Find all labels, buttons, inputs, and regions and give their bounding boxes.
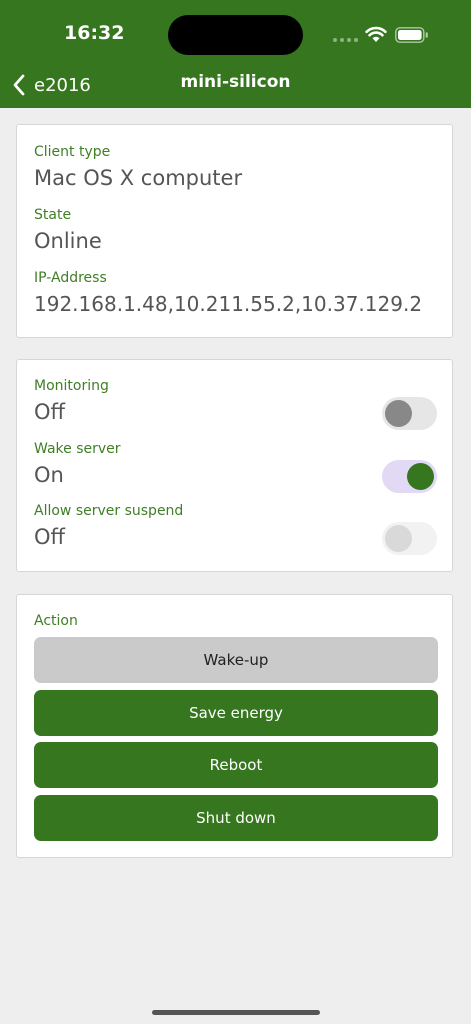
ip-address-value: 192.168.1.48,10.211.55.2,10.37.129.2 <box>34 292 423 316</box>
cellular-signal-icon <box>333 38 358 42</box>
client-type-label: Client type <box>34 144 111 160</box>
toggle-knob <box>385 525 412 552</box>
action-title: Action <box>34 613 78 629</box>
wake-up-button[interactable]: Wake-up <box>34 637 438 683</box>
allow-suspend-label: Allow server suspend <box>34 503 184 519</box>
shut-down-button[interactable]: Shut down <box>34 795 438 841</box>
toggle-knob <box>407 463 434 490</box>
allow-suspend-toggle[interactable] <box>382 522 437 555</box>
wake-server-value: On <box>34 463 64 487</box>
battery-icon <box>395 27 428 43</box>
ip-address-label: IP-Address <box>34 270 107 286</box>
save-energy-button[interactable]: Save energy <box>34 690 438 736</box>
state-label: State <box>34 207 72 223</box>
reboot-button[interactable]: Reboot <box>34 742 438 788</box>
monitoring-value: Off <box>34 400 65 424</box>
action-card: Action Wake-up Save energy Reboot Shut d… <box>16 594 453 858</box>
monitoring-toggle[interactable] <box>382 397 437 430</box>
allow-suspend-value: Off <box>34 525 65 549</box>
client-info-card: Client type Mac OS X computer State Onli… <box>16 124 453 338</box>
navigation-header: 16:32 e2016 mini-silicon <box>0 0 471 108</box>
status-time: 16:32 <box>64 22 125 44</box>
wake-server-toggle[interactable] <box>382 460 437 493</box>
client-type-value: Mac OS X computer <box>34 166 243 190</box>
monitoring-label: Monitoring <box>34 378 109 394</box>
state-value: Online <box>34 229 102 253</box>
toggle-knob <box>385 400 412 427</box>
client-settings-card: Monitoring Off Wake server On Allow serv… <box>16 359 453 572</box>
wifi-icon <box>365 26 387 42</box>
home-indicator[interactable] <box>152 1010 320 1015</box>
wake-server-label: Wake server <box>34 441 121 457</box>
dynamic-island <box>168 15 303 55</box>
page-title: mini-silicon <box>180 72 291 92</box>
